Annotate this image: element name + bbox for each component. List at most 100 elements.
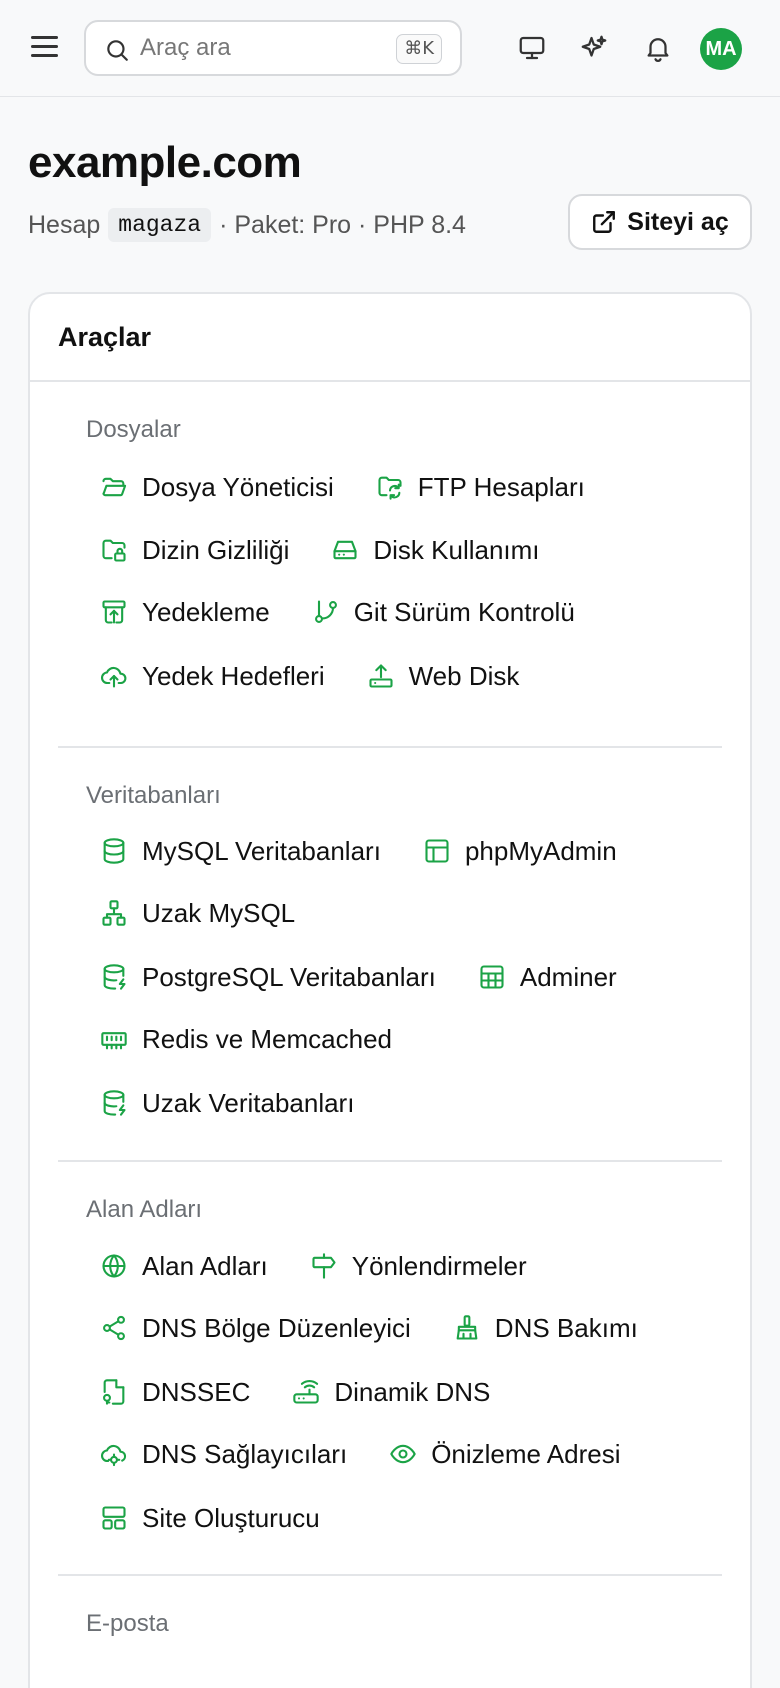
tool-label: Uzak MySQL xyxy=(142,897,296,928)
tools-card: Araçlar Dosyalar Dosya Yöneticisi FTP Hesa… xyxy=(28,292,752,1688)
top-bar: ⌘K MA xyxy=(0,0,780,97)
tool-label: Yedekleme xyxy=(142,596,270,627)
tool-link[interactable]: Uzak Veritabanları xyxy=(100,1088,354,1119)
open-site-label: Siteyi aç xyxy=(627,207,729,236)
sparkles-icon[interactable] xyxy=(579,33,609,63)
tool-label: Uzak Veritabanları xyxy=(142,1087,355,1118)
tool-link[interactable]: DNSSEC xyxy=(100,1377,250,1408)
search-input[interactable] xyxy=(140,32,380,64)
tool-label: PostgreSQL Veritabanları xyxy=(142,961,436,992)
tool-label: Alan Adları xyxy=(142,1250,268,1281)
tool-label: Yedek Hedefleri xyxy=(142,660,325,691)
tool-row: Uzak Veritabanları xyxy=(100,1085,396,1121)
tools-title: Araçlar xyxy=(30,294,750,382)
database-icon xyxy=(103,838,125,864)
tool-link[interactable]: FTP Hesapları xyxy=(376,472,585,503)
cloud-cog-icon xyxy=(101,1444,127,1467)
tool-row: Dosya Yöneticisi FTP Hesapları xyxy=(100,469,627,505)
tool-link[interactable]: Dinamik DNS xyxy=(292,1377,490,1408)
tool-row: MySQL Veritabanları phpMyAdmin xyxy=(100,833,659,869)
table-icon xyxy=(425,839,449,863)
tool-label: DNS Sağlayıcıları xyxy=(142,1438,348,1469)
page-title: example.com xyxy=(28,138,302,187)
tool-label: Dizin Gizliliği xyxy=(142,534,290,565)
tool-link[interactable]: Git Sürüm Kontrolü xyxy=(312,597,575,628)
section-title: Veritabanları xyxy=(86,782,221,809)
account-label: Hesap xyxy=(28,210,101,239)
avatar[interactable]: MA xyxy=(700,28,742,70)
search-box[interactable]: ⌘K xyxy=(84,20,462,76)
tool-row: PostgreSQL Veritabanları Adminer xyxy=(100,959,659,995)
menu-icon[interactable] xyxy=(30,32,60,62)
account-name: magaza xyxy=(108,208,212,242)
tool-label: Adminer xyxy=(519,961,617,992)
tool-link[interactable]: Web Disk xyxy=(367,660,520,692)
tool-label: DNS Bölge Düzenleyici xyxy=(142,1312,411,1343)
tool-row: Alan Adları Yönlendirmeler xyxy=(100,1248,569,1284)
tool-link[interactable]: DNS Bakımı xyxy=(453,1313,638,1344)
tool-label: Önizleme Adresi xyxy=(431,1438,621,1469)
brush-icon xyxy=(456,1315,478,1340)
tool-section: Alan Adları Alan Adları Yönlendirmeler DNS … xyxy=(58,1160,722,1574)
tool-label: Dosya Yöneticisi xyxy=(142,471,334,502)
layout-icon xyxy=(102,1506,126,1530)
tool-row: DNSSEC Dinamik DNS xyxy=(100,1374,532,1410)
tool-label: FTP Hesapları xyxy=(417,471,585,502)
section-title: Dosyalar xyxy=(86,416,181,443)
tool-link[interactable]: Site Oluşturucu xyxy=(100,1503,320,1534)
tool-row: Site Oluşturucu xyxy=(100,1500,362,1536)
tool-label: Site Oluşturucu xyxy=(142,1502,320,1533)
plan-info: · Paket: Pro · PHP 8.4 xyxy=(219,210,466,239)
tool-row: Dizin Gizliliği Disk Kullanımı xyxy=(100,532,582,568)
tool-link[interactable]: Uzak MySQL xyxy=(100,898,295,929)
tool-row: DNS Sağlayıcıları Önizleme Adresi xyxy=(100,1436,663,1472)
external-link-icon xyxy=(593,211,616,233)
shortcut-hint: ⌘K xyxy=(396,34,442,64)
hard-drive-icon xyxy=(333,540,357,560)
database-zap-icon xyxy=(103,1090,126,1116)
tool-label: MySQL Veritabanları xyxy=(142,835,381,866)
signpost-icon xyxy=(312,1253,336,1279)
git-branch-icon xyxy=(314,600,337,623)
folder-sync-icon xyxy=(378,476,402,500)
open-site-button[interactable]: Siteyi aç xyxy=(568,194,752,250)
database-zap-icon xyxy=(103,964,126,990)
tool-link[interactable]: PostgreSQL Veritabanları xyxy=(100,962,436,993)
tool-section: Dosyalar Dosya Yöneticisi FTP Hesapları Diz… xyxy=(58,394,722,746)
tool-section: Veritabanları MySQL Veritabanları phpMyAdm… xyxy=(58,746,722,1158)
tool-link[interactable]: Önizleme Adresi xyxy=(389,1438,621,1470)
section-title: Alan Adları xyxy=(86,1196,203,1223)
tool-row: Yedek Hedefleri Web Disk xyxy=(100,658,561,694)
section-title: E-posta xyxy=(86,1610,169,1637)
tool-label: DNSSEC xyxy=(142,1376,251,1407)
tool-link[interactable]: DNS Bölge Düzenleyici xyxy=(100,1313,411,1344)
tool-link[interactable]: Alan Adları xyxy=(100,1251,268,1282)
tool-link[interactable]: Yedekleme xyxy=(100,597,270,628)
tool-link[interactable]: Yedek Hedefleri xyxy=(100,661,325,692)
folder-lock-icon xyxy=(102,539,126,562)
tool-link[interactable]: Redis ve Memcached xyxy=(100,1024,392,1055)
tool-link[interactable]: MySQL Veritabanları xyxy=(100,836,381,867)
tool-label: DNS Bakımı xyxy=(494,1312,638,1343)
tool-label: Web Disk xyxy=(408,660,520,691)
sheet-icon xyxy=(480,965,504,989)
tool-label: Disk Kullanımı xyxy=(373,534,540,565)
tool-link[interactable]: phpMyAdmin xyxy=(423,836,617,867)
tool-row: DNS Bölge Düzenleyici DNS Bakımı xyxy=(100,1310,680,1346)
search-icon xyxy=(107,40,128,61)
memory-stick-icon xyxy=(101,1032,127,1050)
tool-link[interactable]: Dosya Yöneticisi xyxy=(100,472,334,503)
share-nodes-icon xyxy=(103,1315,125,1341)
archive-restore-icon xyxy=(102,600,126,624)
tool-row: Redis ve Memcached xyxy=(100,1021,434,1057)
monitor-icon[interactable] xyxy=(517,33,547,63)
tool-link[interactable]: Adminer xyxy=(478,962,617,993)
tool-section: E-posta xyxy=(58,1574,722,1688)
tool-label: Yönlendirmeler xyxy=(351,1250,527,1281)
bell-icon[interactable] xyxy=(643,33,673,63)
network-icon xyxy=(102,900,126,926)
tool-link[interactable]: Disk Kullanımı xyxy=(331,534,540,566)
tool-link[interactable]: Yönlendirmeler xyxy=(310,1251,527,1282)
tool-link[interactable]: Dizin Gizliliği xyxy=(100,535,289,566)
tool-link[interactable]: DNS Sağlayıcıları xyxy=(100,1439,347,1470)
